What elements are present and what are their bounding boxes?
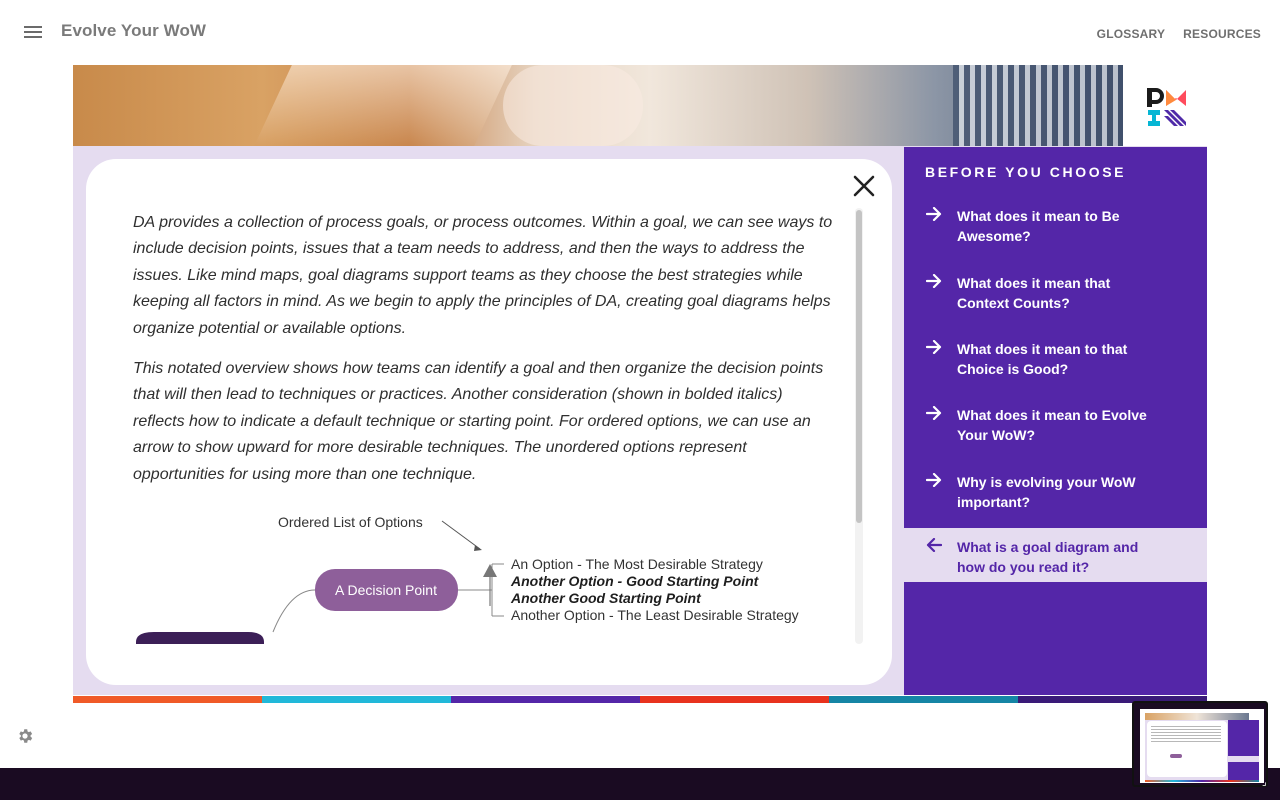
sidebar: BEFORE YOU CHOOSE What does it mean to B… (904, 147, 1207, 695)
arrow-right-icon (925, 405, 942, 421)
annotation-arrow (441, 520, 481, 550)
hamburger-icon[interactable] (24, 26, 42, 38)
app-title: Evolve Your WoW (61, 21, 207, 40)
paragraph-intro: DA provides a collection of process goal… (133, 214, 833, 337)
arrow-right-icon (925, 339, 942, 355)
arrow-right-icon (925, 206, 942, 222)
option-item: Another Option - The Least Desirable Str… (511, 607, 799, 623)
diagram-annotation: Ordered List of Options (278, 514, 423, 530)
goal-node (136, 632, 264, 644)
pmi-logo (1147, 88, 1186, 126)
hero-image (73, 65, 1123, 146)
order-arrow (483, 564, 497, 577)
bottom-bar (0, 768, 1280, 800)
close-icon[interactable] (852, 174, 876, 198)
option-item: An Option - The Most Desirable Strategy (511, 556, 763, 572)
glossary-link[interactable]: GLOSSARY (1097, 27, 1166, 41)
sidebar-title: BEFORE YOU CHOOSE (925, 164, 1127, 180)
arrow-right-icon (925, 472, 942, 488)
resize-handle-icon[interactable]: ⌟ (1262, 776, 1276, 790)
minimap-thumbnail[interactable] (1132, 701, 1268, 787)
sidebar-item-evolve-wow[interactable]: What does it mean to Evolve Your WoW? (904, 405, 1207, 445)
sidebar-item-label: Why is evolving your WoW important? (957, 474, 1136, 510)
sidebar-item-be-awesome[interactable]: What does it mean to Be Awesome? (904, 206, 1207, 246)
arrow-right-icon (925, 273, 942, 289)
sidebar-item-choice-is-good[interactable]: What does it mean to that Choice is Good… (904, 339, 1207, 379)
goal-diagram: Ordered List of Options A Decision Point… (136, 514, 799, 644)
color-stripe (73, 696, 1207, 703)
sidebar-item-context-counts[interactable]: What does it mean that Context Counts? (904, 273, 1207, 313)
gear-icon[interactable] (16, 727, 34, 745)
page: Evolve Your WoW GLOSSARY RESOURCES DA pr… (0, 0, 1280, 800)
sidebar-item-label: What is a goal diagram and how do you re… (957, 539, 1139, 575)
arrow-left-icon (926, 537, 943, 553)
sidebar-item-label: What does it mean that Context Counts? (957, 275, 1111, 311)
top-nav: GLOSSARY RESOURCES (1097, 27, 1261, 41)
sidebar-item-goal-diagram[interactable]: What is a goal diagram and how do you re… (904, 528, 1207, 582)
sidebar-item-label: What does it mean to Evolve Your WoW? (957, 407, 1147, 443)
sidebar-item-label: What does it mean to Be Awesome? (957, 208, 1120, 244)
resources-link[interactable]: RESOURCES (1183, 27, 1261, 41)
scrollbar-thumb[interactable] (856, 210, 862, 523)
paragraph-overview: This notated overview shows how teams ca… (133, 360, 824, 483)
sidebar-item-why-evolve[interactable]: Why is evolving your WoW important? (904, 472, 1207, 512)
sidebar-item-label: What does it mean to that Choice is Good… (957, 341, 1128, 377)
option-item: Another Good Starting Point (510, 590, 702, 606)
top-bar: Evolve Your WoW GLOSSARY RESOURCES (0, 0, 1280, 64)
decision-point-label: A Decision Point (335, 582, 437, 598)
option-item: Another Option - Good Starting Point (510, 573, 760, 589)
